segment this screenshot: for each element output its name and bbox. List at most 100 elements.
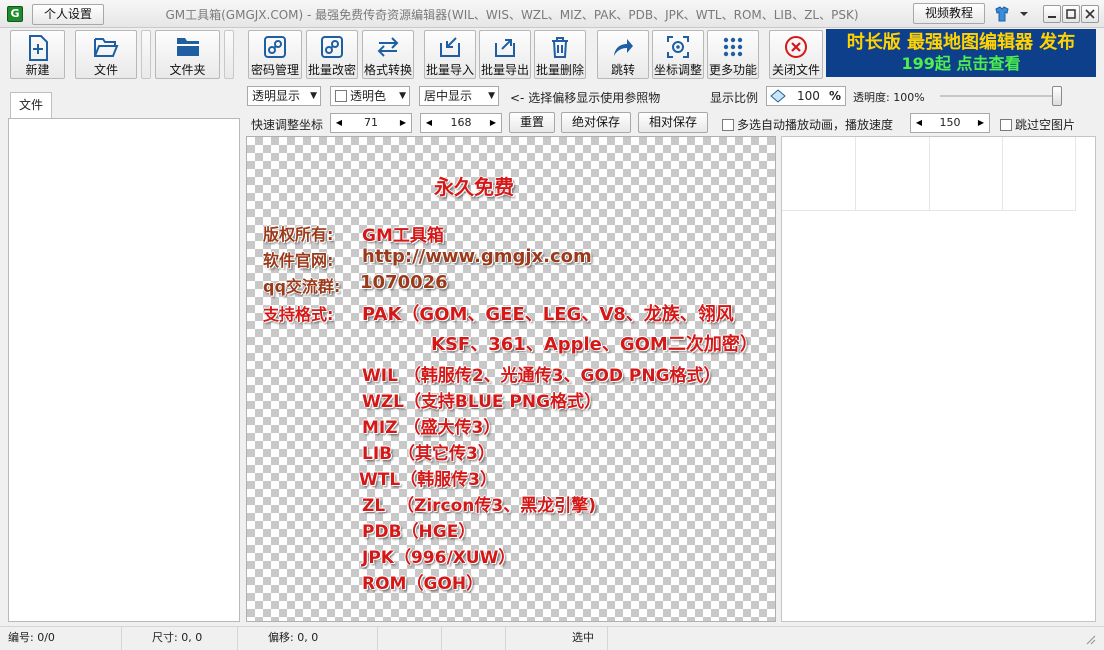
transparent-color-select[interactable]: 透明色 ▼ <box>330 86 410 106</box>
open-folder-button[interactable]: 文件夹 <box>155 30 220 79</box>
new-button[interactable]: 新建 <box>10 30 65 79</box>
trash-icon <box>552 37 568 58</box>
banner-title: 时长版 最强地图编辑器 发布 <box>846 32 1076 53</box>
status-cell <box>378 627 442 650</box>
status-selected: 选中 <box>506 627 608 650</box>
coord-adjust-button[interactable]: 坐标调整 <box>652 30 704 79</box>
title-bar: G 个人设置 GM工具箱(GMGJX.COM) - 最强免费传奇资源编辑器(WI… <box>0 0 1104 28</box>
more-functions-button[interactable]: 更多功能 <box>707 30 759 79</box>
resize-grip-icon[interactable] <box>1084 633 1096 648</box>
import-icon <box>440 37 460 57</box>
increment-icon[interactable]: ▶ <box>974 115 988 131</box>
minimize-icon <box>1048 16 1056 18</box>
file-list-panel[interactable] <box>8 118 240 622</box>
format-line: ZL （Zircon传3、黑龙引擎) <box>362 496 596 516</box>
window-title: GM工具箱(GMGJX.COM) - 最强免费传奇资源编辑器(WIL、WIS、W… <box>165 8 859 22</box>
grid-dots-icon <box>723 37 743 57</box>
increment-icon[interactable]: ▶ <box>486 115 500 131</box>
status-size: 尺寸: 0, 0 <box>122 627 238 650</box>
quick-coord-label: 快速调整坐标 <box>251 118 324 132</box>
maximize-icon <box>1066 9 1076 19</box>
website-label: 软件官网: <box>263 251 334 270</box>
auto-play-checkbox[interactable] <box>722 119 734 131</box>
auto-play-option[interactable]: 多选自动播放动画，播放速度 <box>722 116 893 133</box>
close-window-button[interactable] <box>1081 5 1099 23</box>
qq-group-label: qq交流群: <box>263 277 341 296</box>
format-line: WTL（韩服传3） <box>359 470 498 490</box>
chevron-down-icon: ▼ <box>310 91 317 101</box>
format-line: WIL （韩服传2、光通传3、GOD PNG格式） <box>362 366 721 386</box>
offset-hint: <- 选择偏移显示使用参照物 <box>510 91 661 105</box>
format-line: WZL（支持BLUE PNG格式） <box>362 392 602 412</box>
video-tutorial-button[interactable]: 视频教程 <box>913 3 985 24</box>
minimize-button[interactable] <box>1043 5 1061 23</box>
format-line: PAK（GOM、GEE、LEG、V8、龙族、翎风 <box>362 304 734 325</box>
opacity-label: 透明度: 100% <box>853 91 925 104</box>
coord-y-stepper[interactable]: ◀ 168 ▶ <box>420 113 502 133</box>
batch-import-button[interactable]: 批量导入 <box>424 30 476 79</box>
display-mode-select[interactable]: 透明显示 ▼ <box>247 86 321 106</box>
free-heading: 永久免费 <box>434 175 514 199</box>
absolute-save-button[interactable]: 绝对保存 <box>561 112 631 133</box>
format-line: LIB （其它传3） <box>362 444 495 464</box>
batch-password-button[interactable]: 批量改密 <box>306 30 358 79</box>
decrement-icon[interactable]: ◀ <box>912 115 926 131</box>
qq-group-value: 1070026 <box>360 272 448 293</box>
new-file-icon <box>28 35 48 61</box>
copyright-value: GM工具箱 <box>362 226 444 246</box>
eraser-icon <box>770 89 786 103</box>
opacity-slider-track[interactable] <box>940 95 1062 97</box>
swap-arrows-icon <box>377 37 399 57</box>
batch-export-button[interactable]: 批量导出 <box>479 30 531 79</box>
thumbnail-grid <box>782 137 1076 211</box>
folder-icon <box>176 38 199 56</box>
play-speed-stepper[interactable]: ◀ 150 ▶ <box>910 113 990 133</box>
close-file-button[interactable]: 关闭文件 <box>769 30 823 79</box>
toolbar-separator <box>224 30 234 79</box>
maximize-button[interactable] <box>1062 5 1080 23</box>
scale-input[interactable]: 100 % <box>766 86 846 106</box>
thumbnail-panel[interactable] <box>781 136 1096 622</box>
skip-empty-option[interactable]: 跳过空图片 <box>1000 116 1075 133</box>
jump-button[interactable]: 跳转 <box>597 30 649 79</box>
grid-divider <box>855 137 856 211</box>
skin-menu[interactable] <box>994 6 1030 22</box>
format-line: ROM（GOH） <box>362 574 484 594</box>
relative-save-button[interactable]: 相对保存 <box>638 112 708 133</box>
banner-subtitle: 199起 点击查看 <box>901 54 1021 73</box>
decrement-icon[interactable]: ◀ <box>422 115 436 131</box>
close-icon <box>1085 9 1095 19</box>
export-icon <box>495 39 515 57</box>
close-circle-icon <box>785 36 807 58</box>
increment-icon[interactable]: ▶ <box>396 115 410 131</box>
format-line: MIZ （盛大传3） <box>362 418 501 438</box>
folder-open-icon <box>94 38 119 57</box>
chevron-down-icon: ▼ <box>488 91 495 101</box>
password-manage-button[interactable]: 密码管理 <box>248 30 302 79</box>
personal-settings-button[interactable]: 个人设置 <box>32 4 104 25</box>
tab-files[interactable]: 文件 <box>10 92 52 118</box>
promo-banner[interactable]: 时长版 最强地图编辑器 发布 199起 点击查看 <box>826 29 1096 77</box>
grid-divider <box>929 137 930 211</box>
forward-arrow-icon <box>614 39 633 56</box>
app-icon: G <box>7 6 23 22</box>
chevron-down-icon: ▼ <box>399 91 406 101</box>
shirt-icon <box>995 6 1028 22</box>
transparent-checkbox[interactable] <box>335 90 347 102</box>
copyright-label: 版权所有: <box>263 225 334 244</box>
reset-button[interactable]: 重置 <box>509 112 555 133</box>
format-line: PDB（HGE） <box>362 522 476 542</box>
open-file-button[interactable]: 文件 <box>75 30 137 79</box>
opacity-slider-thumb[interactable] <box>1052 86 1062 106</box>
batch-delete-button[interactable]: 批量删除 <box>534 30 586 79</box>
grid-divider <box>1002 137 1003 211</box>
status-bar: 编号: 0/0 尺寸: 0, 0 偏移: 0, 0 选中 <box>0 626 1104 650</box>
coord-x-stepper[interactable]: ◀ 71 ▶ <box>330 113 412 133</box>
image-preview-canvas[interactable]: 永久免费 版权所有: GM工具箱 软件官网: http://www.gmgjx.… <box>246 136 776 622</box>
center-display-select[interactable]: 居中显示 ▼ <box>419 86 499 106</box>
scale-label: 显示比例 <box>710 91 759 105</box>
decrement-icon[interactable]: ◀ <box>332 115 346 131</box>
format-line: KSF、361、Apple、GOM二次加密） <box>431 334 758 355</box>
format-convert-button[interactable]: 格式转换 <box>362 30 414 79</box>
skip-empty-checkbox[interactable] <box>1000 119 1012 131</box>
